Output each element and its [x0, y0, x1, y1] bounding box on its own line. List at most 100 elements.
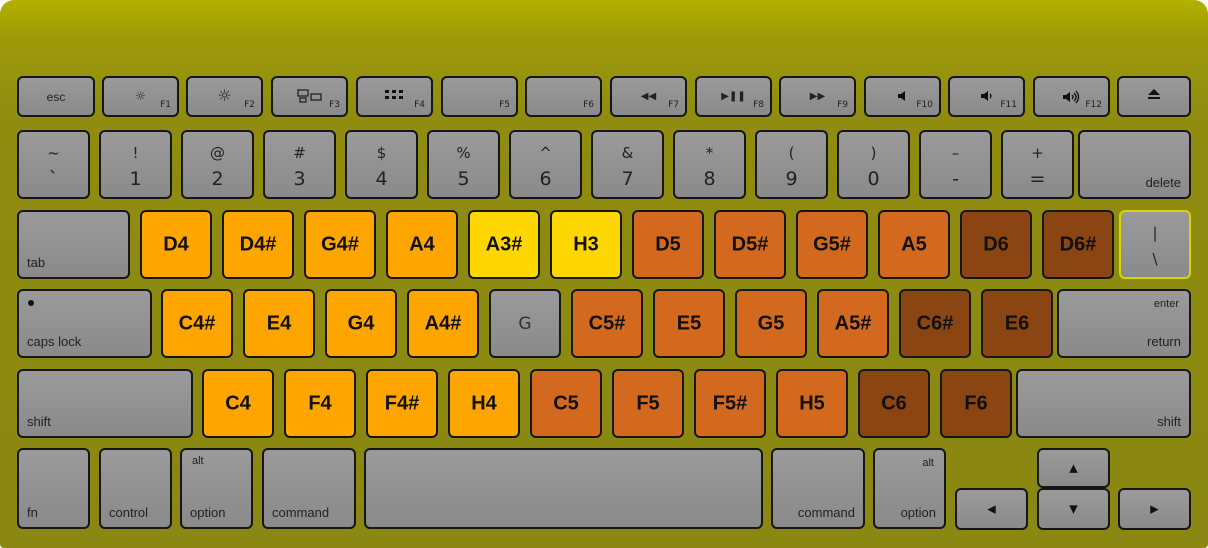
note-key-q-9[interactable]: A5: [878, 210, 950, 279]
note-label: F5#: [712, 392, 748, 414]
note-key-a-2[interactable]: G4: [325, 289, 397, 358]
note-label: A5: [901, 233, 927, 255]
number-key-bottom-label: 8: [703, 168, 716, 190]
f3-key[interactable]: F3: [271, 76, 348, 117]
number-key-0[interactable]: ~ `: [17, 130, 90, 199]
delete-label: delete: [1145, 175, 1181, 190]
number-key-9[interactable]: (9: [755, 130, 828, 199]
keyboard-body: esc ☼ F1 ☼ F2 F3 F4 F5 F6 ◀◀ F7 ▶❚❚ F8 ▶…: [0, 0, 1208, 548]
return-key[interactable]: enter return: [1057, 289, 1191, 358]
arrow-down-icon: ▼: [1069, 502, 1078, 516]
number-key-7[interactable]: & 7: [591, 130, 664, 199]
f2-label: F2: [244, 100, 255, 110]
note-key-a-10[interactable]: E6: [981, 289, 1053, 358]
arrow-left-key[interactable]: ◀: [955, 488, 1028, 530]
control-key[interactable]: control: [99, 448, 172, 529]
right-command-key[interactable]: command: [771, 448, 865, 529]
number-key-top-label: !: [132, 144, 139, 162]
caps-lock-key[interactable]: caps lock: [17, 289, 152, 358]
note-key-a-0[interactable]: C4#: [161, 289, 233, 358]
arrow-right-key[interactable]: ▶: [1118, 488, 1191, 530]
note-key-q-8[interactable]: G5#: [796, 210, 868, 279]
f6-key[interactable]: F6: [525, 76, 602, 117]
note-key-q-1[interactable]: D4#: [222, 210, 294, 279]
number-key-6[interactable]: ^ 6: [509, 130, 582, 199]
note-key-q-10[interactable]: D6: [960, 210, 1032, 279]
note-key-z-9[interactable]: F6: [940, 369, 1012, 438]
note-key-a-4[interactable]: G: [489, 289, 561, 358]
note-key-a-5[interactable]: C5#: [571, 289, 643, 358]
f1-label: F1: [160, 100, 171, 110]
note-key-a-8[interactable]: A5#: [817, 289, 889, 358]
number-key-bottom-label: 0: [867, 168, 880, 190]
note-key-a-9[interactable]: C6#: [899, 289, 971, 358]
f11-key[interactable]: F11: [948, 76, 1025, 117]
number-key-bottom-label: 3: [293, 168, 306, 190]
note-key-a-6[interactable]: E5: [653, 289, 725, 358]
note-key-z-0[interactable]: C4: [202, 369, 274, 438]
left-shift-key[interactable]: shift: [17, 369, 193, 438]
note-key-z-7[interactable]: H5: [776, 369, 848, 438]
note-key-z-8[interactable]: C6: [858, 369, 930, 438]
left-option-key[interactable]: alt option: [180, 448, 253, 529]
note-label: F6: [964, 392, 988, 414]
note-key-z-5[interactable]: F5: [612, 369, 684, 438]
f5-key[interactable]: F5: [441, 76, 518, 117]
note-label: D5#: [731, 233, 769, 255]
f5-label: F5: [499, 100, 510, 110]
number-key-top-label: ~: [47, 144, 60, 162]
note-key-q-11[interactable]: D6#: [1042, 210, 1114, 279]
f4-key[interactable]: F4: [356, 76, 433, 117]
space-bar[interactable]: [364, 448, 763, 529]
fn-key[interactable]: fn: [17, 448, 90, 529]
number-key-8[interactable]: * 8: [673, 130, 746, 199]
note-key-z-3[interactable]: H4: [448, 369, 520, 438]
note-key-z-1[interactable]: F4: [284, 369, 356, 438]
arrow-down-key[interactable]: ▼: [1037, 488, 1110, 530]
note-key-q-3[interactable]: A4: [386, 210, 458, 279]
note-label: C6: [881, 392, 907, 414]
left-shift-label: shift: [27, 414, 51, 429]
f12-key[interactable]: F12: [1033, 76, 1110, 117]
note-key-z-2[interactable]: F4#: [366, 369, 438, 438]
delete-key[interactable]: delete: [1078, 130, 1191, 199]
esc-key[interactable]: esc: [17, 76, 95, 117]
f2-key[interactable]: ☼ F2: [186, 76, 263, 117]
right-shift-key[interactable]: shift: [1016, 369, 1191, 438]
number-key-10[interactable]: ) 0: [837, 130, 910, 199]
note-label: C5#: [588, 312, 626, 334]
number-key-12[interactable]: + =: [1001, 130, 1074, 199]
note-key-q-2[interactable]: G4#: [304, 210, 376, 279]
f1-key[interactable]: ☼ F1: [102, 76, 179, 117]
number-key-2[interactable]: @2: [181, 130, 254, 199]
eject-key[interactable]: [1117, 76, 1191, 117]
f7-key[interactable]: ◀◀ F7: [610, 76, 687, 117]
note-key-z-6[interactable]: F5#: [694, 369, 766, 438]
note-key-q-7[interactable]: D5#: [714, 210, 786, 279]
tab-key[interactable]: tab: [17, 210, 130, 279]
number-key-4[interactable]: $4: [345, 130, 418, 199]
number-key-11[interactable]: – -: [919, 130, 992, 199]
note-key-z-4[interactable]: C5: [530, 369, 602, 438]
left-command-key[interactable]: command: [262, 448, 356, 529]
note-key-q-6[interactable]: D5: [632, 210, 704, 279]
f9-key[interactable]: ▶▶ F9: [779, 76, 856, 117]
note-key-q-0[interactable]: D4: [140, 210, 212, 279]
note-key-q-5[interactable]: H3: [550, 210, 622, 279]
number-key-bottom-label: -: [952, 168, 959, 190]
note-key-q-4[interactable]: A3#: [468, 210, 540, 279]
note-label: C4#: [178, 312, 216, 334]
note-key-a-1[interactable]: E4: [243, 289, 315, 358]
f10-key[interactable]: F10: [864, 76, 941, 117]
number-key-3[interactable]: #3: [263, 130, 336, 199]
note-key-a-7[interactable]: G5: [735, 289, 807, 358]
number-key-1[interactable]: ! 1: [99, 130, 172, 199]
number-key-5[interactable]: % 5: [427, 130, 500, 199]
arrow-up-key[interactable]: ▲: [1037, 448, 1110, 488]
f8-key[interactable]: ▶❚❚ F8: [695, 76, 772, 117]
backslash-key[interactable]: | \: [1119, 210, 1191, 279]
fn-label: fn: [27, 505, 38, 520]
right-option-key[interactable]: alt option: [873, 448, 946, 529]
number-key-top-label: *: [705, 144, 714, 162]
note-key-a-3[interactable]: A4#: [407, 289, 479, 358]
